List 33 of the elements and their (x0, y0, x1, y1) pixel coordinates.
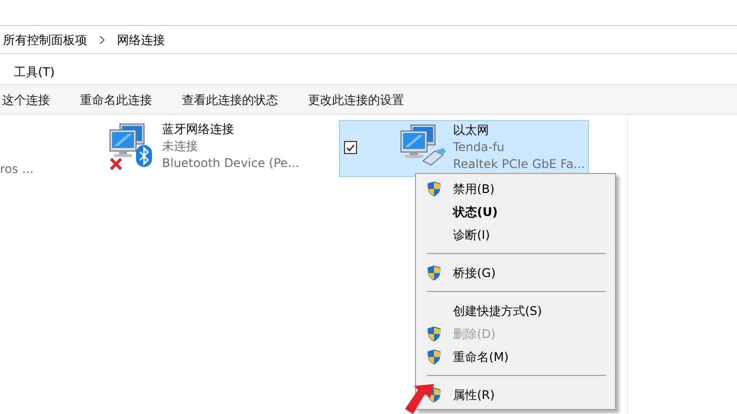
shield-icon (427, 326, 441, 342)
shield-icon (427, 180, 441, 196)
connection-device: Bluetooth Device (Pe... (162, 155, 300, 172)
toolbar-button[interactable]: 查看此连接的状态 (182, 90, 278, 108)
chevron-icon (99, 36, 105, 44)
menu-item[interactable]: 状态(U) (453, 202, 498, 220)
connection-name: 以太网 (453, 122, 490, 139)
connection-device: Realtek PCIe GbE Fa... (453, 156, 585, 173)
toolbar-button[interactable]: 这个连接 (2, 90, 50, 108)
network-icon (399, 123, 437, 159)
connection-tile[interactable]: 以太网 Tenda-fu Realtek PCIe GbE Fa... (339, 120, 589, 177)
connection-detail: ros ... (0, 162, 34, 176)
network-icon (108, 122, 146, 158)
connection-name: 蓝牙网络连接 (162, 121, 235, 138)
menu-item[interactable]: 属性(R) (453, 386, 495, 404)
checkbox[interactable] (344, 141, 357, 154)
arrow-icon (404, 384, 436, 414)
ethernet-plug-icon (421, 147, 447, 167)
menu-item[interactable]: 诊断(I) (453, 226, 490, 244)
breadcrumb-item[interactable]: 所有控制面板项 (3, 30, 87, 48)
menu-item[interactable]: 桥接(G) (453, 264, 496, 282)
shield-icon (427, 348, 441, 364)
menu-item[interactable]: 禁用(B) (453, 180, 495, 198)
connection-status: Tenda-fu (453, 139, 506, 156)
toolbar-button[interactable]: 更改此连接的设置 (308, 90, 404, 108)
bluetooth-icon (136, 145, 152, 167)
toolbar-button[interactable]: 重命名此连接 (80, 90, 152, 108)
menu-item[interactable]: 创建快捷方式(S) (453, 302, 542, 320)
breadcrumb-item[interactable]: 网络连接 (117, 30, 165, 48)
menu-item[interactable]: 重命名(M) (453, 348, 509, 366)
shield-icon (427, 264, 441, 280)
connection-status: 未连接 (162, 138, 199, 155)
menu-item[interactable]: 工具(T) (14, 63, 55, 81)
